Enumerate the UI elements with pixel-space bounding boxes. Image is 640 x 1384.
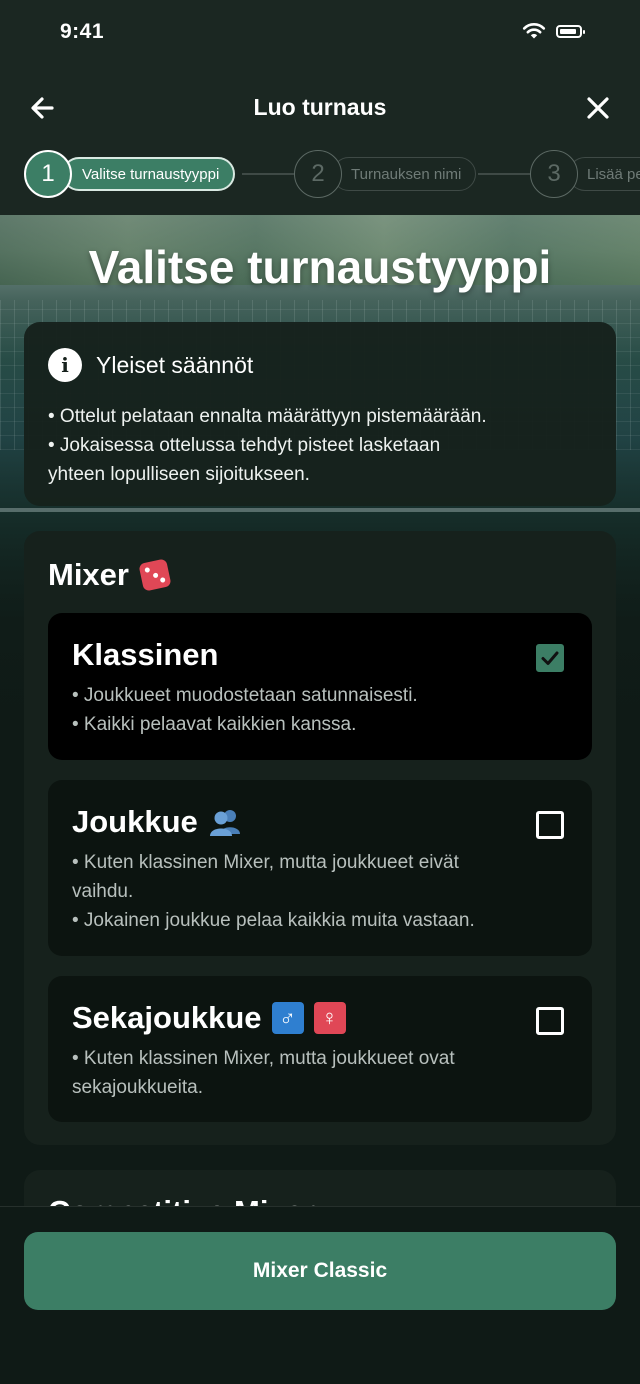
section-title-text: Mixer [48, 557, 129, 592]
stepper: 1 Valitse turnaustyyppi 2 Turnauksen nim… [24, 150, 640, 198]
info-icon: i [48, 348, 82, 382]
nav-title: Luo turnaus [253, 94, 387, 120]
section-title: Mixer [48, 557, 172, 593]
status-time: 9:41 [60, 20, 105, 43]
step-label: Turnauksen nimi [332, 157, 477, 191]
option-klassinen[interactable]: Klassinen • Joukkueet muodostetaan satun… [48, 613, 592, 760]
wifi-icon [522, 23, 546, 39]
info-header: i Yleiset säännöt [48, 348, 592, 382]
option-line: • Kaikki pelaavat kaikkien kanssa. [72, 714, 357, 735]
option-title-text: Joukkue [72, 804, 198, 839]
option-title: Klassinen [72, 637, 219, 672]
continue-button[interactable]: Mixer Classic [24, 1232, 616, 1310]
step-3[interactable]: 3 Lisää pe [530, 150, 640, 198]
male-icon: ♂ [271, 1002, 304, 1034]
step-label: Valitse turnaustyyppi [62, 157, 236, 191]
option-line: • Kuten klassinen Mixer, mutta joukkueet… [72, 852, 459, 873]
info-title: Yleiset säännöt [96, 351, 254, 378]
option-description: • Joukkueet muodostetaan satunnaisesti. … [72, 681, 568, 739]
option-line: • Jokainen joukkue pelaa kaikkia muita v… [72, 910, 475, 931]
info-line: • Ottelut pelataan ennalta määrättyyn pi… [48, 406, 487, 427]
option-line: • Kuten klassinen Mixer, mutta joukkueet… [72, 1048, 455, 1069]
option-line: • Joukkueet muodostetaan satunnaisesti. [72, 685, 418, 706]
step-connector [242, 173, 294, 175]
step-2[interactable]: 2 Turnauksen nimi [294, 150, 477, 198]
option-sekajoukkue[interactable]: Sekajoukkue ♂ ♀ • Kuten klassinen Mixer,… [48, 976, 592, 1122]
background-court-line [0, 508, 640, 512]
step-number: 2 [294, 150, 342, 198]
step-label: Lisää pe [568, 157, 640, 191]
checkbox-unchecked-icon[interactable] [536, 1007, 564, 1035]
option-line: vaihdu. [72, 881, 134, 902]
option-description: • Kuten klassinen Mixer, mutta joukkueet… [72, 848, 568, 935]
page-title: Valitse turnaustyyppi [88, 241, 552, 293]
check-icon [541, 651, 559, 665]
footer: Mixer Classic [0, 1206, 640, 1384]
info-card: i Yleiset säännöt • Ottelut pelataan enn… [24, 322, 616, 506]
option-title-text: Sekajoukkue [72, 1000, 262, 1035]
option-title: Sekajoukkue ♂ ♀ [72, 1000, 568, 1036]
info-line: yhteen lopulliseen sijoitukseen. [48, 464, 310, 485]
close-icon[interactable] [578, 88, 618, 128]
step-number: 3 [530, 150, 578, 198]
dice-icon [138, 558, 172, 592]
mixer-section: Mixer Klassinen • Joukkueet muodostetaan… [24, 531, 616, 1145]
battery-icon [556, 24, 585, 38]
option-title: Joukkue [72, 804, 568, 840]
info-line: • Jokaisessa ottelussa tehdyt pisteet la… [48, 435, 441, 456]
status-icons [522, 22, 585, 40]
step-1[interactable]: 1 Valitse turnaustyyppi [24, 150, 236, 198]
people-icon [209, 810, 240, 836]
step-connector [478, 173, 530, 175]
option-joukkue[interactable]: Joukkue • Kuten klassinen Mixer, mutta j… [48, 780, 592, 956]
step-number: 1 [24, 150, 72, 198]
checkbox-unchecked-icon[interactable] [536, 811, 564, 839]
option-line: sekajoukkueita. [72, 1077, 203, 1098]
female-icon: ♀ [313, 1002, 346, 1034]
checkbox-checked-icon[interactable] [536, 644, 564, 672]
option-description: • Kuten klassinen Mixer, mutta joukkueet… [72, 1044, 568, 1102]
